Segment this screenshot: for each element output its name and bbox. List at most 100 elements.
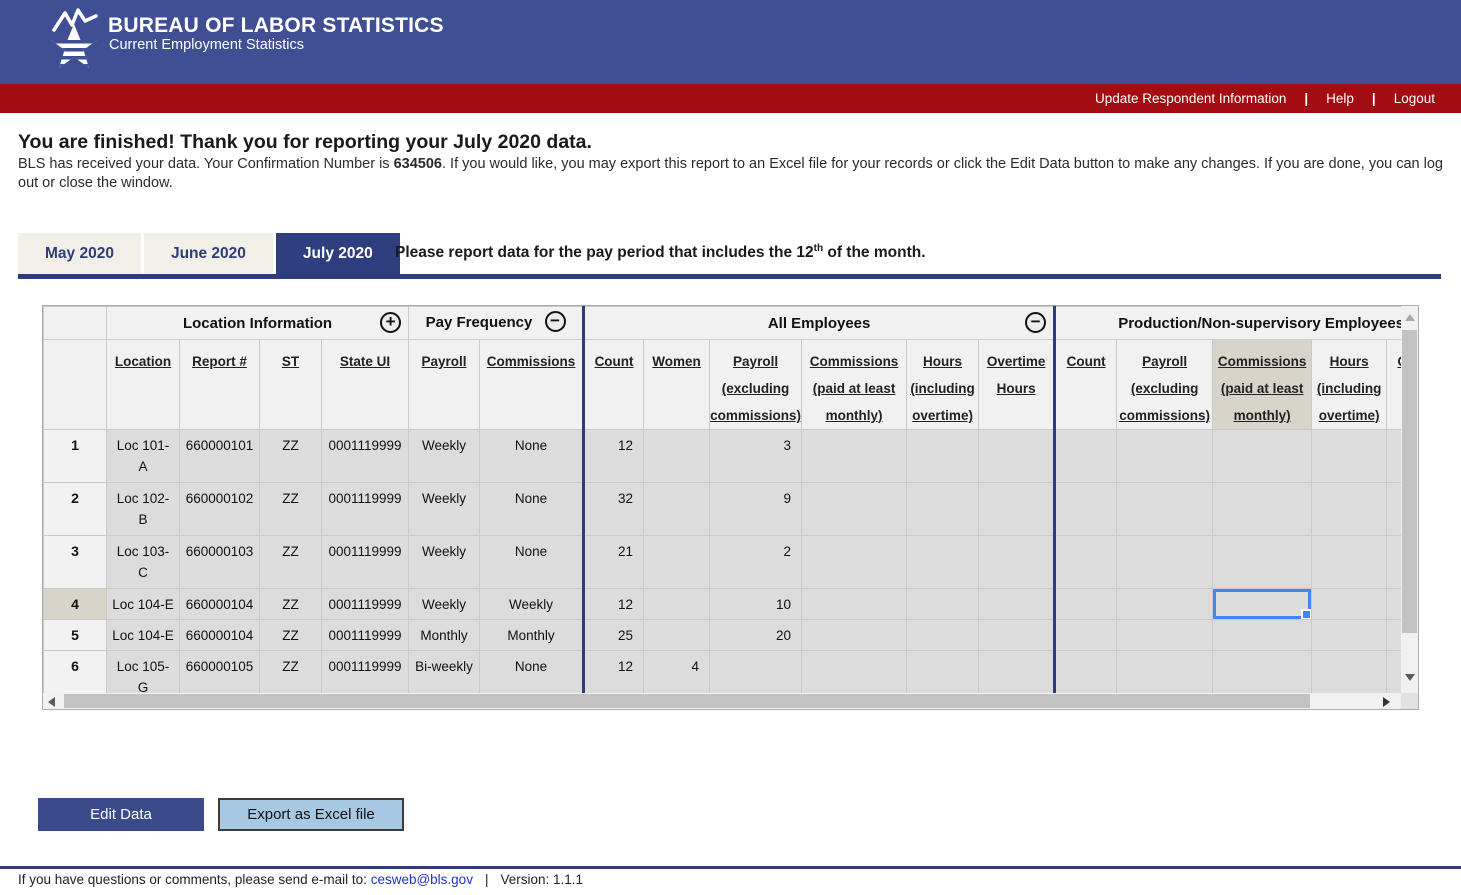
cell[interactable]: ZZ bbox=[260, 589, 322, 620]
cell[interactable]: 10 bbox=[710, 589, 802, 620]
cell[interactable] bbox=[907, 620, 979, 651]
cell[interactable]: 0001119999 bbox=[322, 536, 409, 589]
cell[interactable] bbox=[1055, 483, 1117, 536]
cell[interactable]: Weekly bbox=[409, 483, 480, 536]
cell[interactable] bbox=[1213, 483, 1312, 536]
cell[interactable] bbox=[907, 430, 979, 483]
cell[interactable] bbox=[644, 483, 710, 536]
row-number[interactable]: 2 bbox=[44, 483, 107, 536]
cell[interactable]: Monthly bbox=[480, 620, 584, 651]
cell[interactable]: ZZ bbox=[260, 620, 322, 651]
collapse-icon[interactable]: − bbox=[545, 311, 566, 332]
cell[interactable]: Monthly bbox=[409, 620, 480, 651]
cell[interactable]: 21 bbox=[584, 536, 644, 589]
cell[interactable]: Weekly bbox=[409, 536, 480, 589]
cell[interactable] bbox=[1312, 536, 1387, 589]
cell[interactable] bbox=[644, 536, 710, 589]
cell[interactable] bbox=[1055, 430, 1117, 483]
scroll-down-arrow-icon[interactable] bbox=[1405, 674, 1415, 681]
cell[interactable]: 660000102 bbox=[180, 483, 260, 536]
cell[interactable] bbox=[802, 483, 907, 536]
horizontal-scrollbar[interactable] bbox=[43, 693, 1402, 709]
tab-may-2020[interactable]: May 2020 bbox=[18, 233, 141, 274]
cell[interactable]: Weekly bbox=[409, 589, 480, 620]
cell[interactable]: Loc 101- A bbox=[107, 430, 180, 483]
cell[interactable]: 9 bbox=[710, 483, 802, 536]
cell[interactable]: ZZ bbox=[260, 430, 322, 483]
cell[interactable]: 0001119999 bbox=[322, 620, 409, 651]
cell[interactable] bbox=[1055, 651, 1117, 695]
cell[interactable]: None bbox=[480, 536, 584, 589]
cell[interactable]: Loc 103- C bbox=[107, 536, 180, 589]
cell[interactable] bbox=[1213, 536, 1312, 589]
cell[interactable]: 660000101 bbox=[180, 430, 260, 483]
cell[interactable] bbox=[1387, 536, 1402, 589]
cell[interactable]: 0001119999 bbox=[322, 651, 409, 695]
cell[interactable] bbox=[979, 651, 1055, 695]
cell[interactable]: Loc 104-E bbox=[107, 620, 180, 651]
export-excel-button[interactable]: Export as Excel file bbox=[218, 798, 404, 831]
scroll-right-arrow-icon[interactable] bbox=[1383, 697, 1390, 707]
cell[interactable]: None bbox=[480, 651, 584, 695]
row-number[interactable]: 4 bbox=[44, 589, 107, 620]
cell[interactable] bbox=[907, 589, 979, 620]
row-number[interactable]: 3 bbox=[44, 536, 107, 589]
cell[interactable] bbox=[802, 651, 907, 695]
cell[interactable] bbox=[1117, 430, 1213, 483]
cell[interactable]: ZZ bbox=[260, 536, 322, 589]
col-header-prod-count[interactable]: Count bbox=[1055, 340, 1117, 430]
cell[interactable] bbox=[979, 430, 1055, 483]
cell[interactable] bbox=[1387, 651, 1402, 695]
cell[interactable]: Loc 102- B bbox=[107, 483, 180, 536]
col-header-ae-payroll[interactable]: Payroll (excluding commissions) bbox=[710, 340, 802, 430]
vertical-scroll-thumb[interactable] bbox=[1402, 330, 1417, 633]
cell[interactable]: 12 bbox=[584, 589, 644, 620]
cell[interactable]: 32 bbox=[584, 483, 644, 536]
col-header-state-ui[interactable]: State UI bbox=[322, 340, 409, 430]
vertical-scrollbar[interactable] bbox=[1401, 306, 1418, 695]
cell[interactable]: 12 bbox=[584, 651, 644, 695]
cell[interactable] bbox=[1213, 430, 1312, 483]
cell[interactable] bbox=[802, 589, 907, 620]
cell[interactable] bbox=[802, 620, 907, 651]
row-number[interactable]: 6 bbox=[44, 651, 107, 695]
col-header-payroll-frequency[interactable]: Payroll bbox=[409, 340, 480, 430]
cell[interactable] bbox=[1117, 483, 1213, 536]
scroll-left-arrow-icon[interactable] bbox=[48, 697, 55, 707]
update-respondent-link[interactable]: Update Respondent Information bbox=[1095, 91, 1286, 106]
cell[interactable] bbox=[644, 589, 710, 620]
cell[interactable] bbox=[1312, 483, 1387, 536]
cell[interactable] bbox=[1117, 651, 1213, 695]
cell[interactable] bbox=[1387, 430, 1402, 483]
cell[interactable] bbox=[1117, 589, 1213, 620]
cell[interactable]: ZZ bbox=[260, 651, 322, 695]
cell[interactable] bbox=[644, 430, 710, 483]
cell[interactable] bbox=[1387, 483, 1402, 536]
col-header-location[interactable]: Location bbox=[107, 340, 180, 430]
cell[interactable] bbox=[979, 483, 1055, 536]
cell[interactable] bbox=[1117, 620, 1213, 651]
scroll-up-arrow-icon[interactable] bbox=[1405, 314, 1415, 321]
cell[interactable]: Weekly bbox=[480, 589, 584, 620]
col-header-report-number[interactable]: Report # bbox=[180, 340, 260, 430]
cell[interactable] bbox=[1387, 589, 1402, 620]
tab-june-2020[interactable]: June 2020 bbox=[144, 233, 273, 274]
contact-email-link[interactable]: cesweb@bls.gov bbox=[371, 872, 473, 887]
cell[interactable]: 0001119999 bbox=[322, 483, 409, 536]
tab-july-2020[interactable]: July 2020 bbox=[276, 233, 400, 274]
col-header-prod-overtime-hours[interactable]: Overtime Hours bbox=[1387, 340, 1402, 430]
cell[interactable] bbox=[710, 651, 802, 695]
horizontal-scroll-thumb[interactable] bbox=[64, 694, 1310, 708]
cell[interactable]: 660000103 bbox=[180, 536, 260, 589]
cell[interactable] bbox=[1312, 589, 1387, 620]
cell[interactable]: 660000104 bbox=[180, 589, 260, 620]
cell[interactable] bbox=[1213, 620, 1312, 651]
cell[interactable] bbox=[1387, 620, 1402, 651]
cell[interactable]: Loc 104-E bbox=[107, 589, 180, 620]
cell[interactable]: Weekly bbox=[409, 430, 480, 483]
cell[interactable] bbox=[1312, 430, 1387, 483]
expand-icon[interactable]: + bbox=[380, 312, 401, 333]
cell[interactable]: Bi-weekly bbox=[409, 651, 480, 695]
col-header-ae-women[interactable]: Women bbox=[644, 340, 710, 430]
cell[interactable]: 25 bbox=[584, 620, 644, 651]
